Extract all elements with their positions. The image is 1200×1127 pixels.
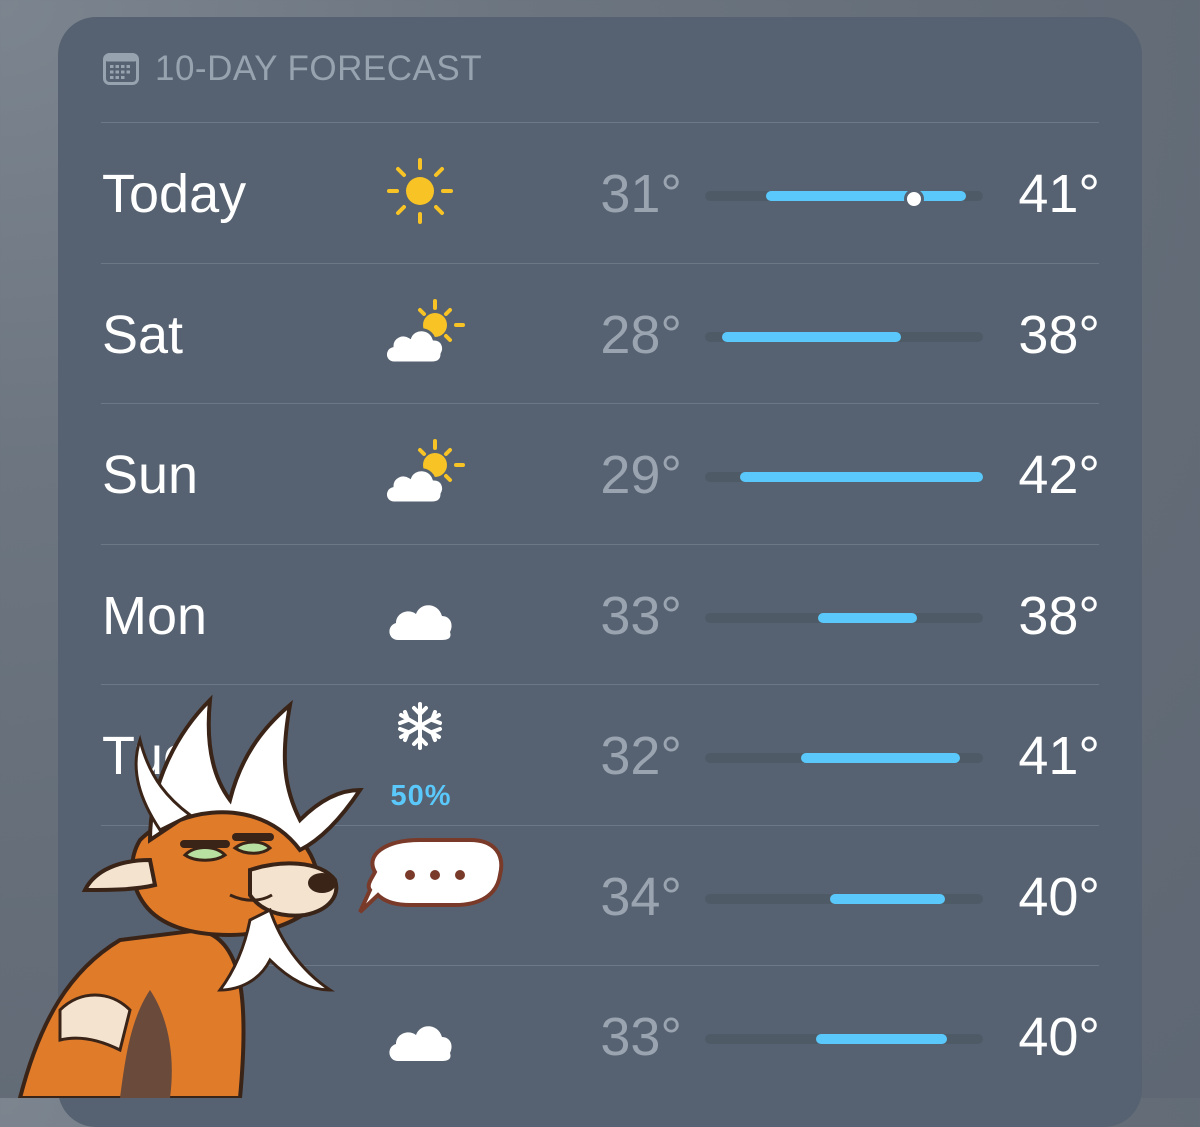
sun-icon — [380, 156, 470, 226]
high-temp: 41° — [1018, 726, 1100, 786]
temp-range-track — [705, 1034, 983, 1044]
cloud-icon — [380, 578, 470, 648]
temp-range-track — [705, 331, 983, 342]
current-temp-dot — [903, 189, 924, 209]
day-label: Sat — [102, 304, 184, 365]
high-temp: 40° — [1018, 1007, 1100, 1067]
cartoon-fox-sticker — [17, 694, 504, 1098]
forecast-header: 10-DAY FORECAST — [103, 48, 482, 90]
forecast-row[interactable]: Sat 28° 38° — [0, 283, 1200, 423]
low-temp: 32° — [600, 726, 682, 786]
low-temp: 29° — [600, 445, 682, 505]
temp-range-track — [705, 189, 983, 209]
high-temp: 38° — [1018, 304, 1100, 365]
temp-range-track — [705, 753, 983, 763]
calendar-icon — [103, 53, 139, 85]
day-label: Today — [102, 164, 247, 224]
low-temp: 31° — [600, 164, 682, 224]
forecast-title: 10-DAY FORECAST — [155, 49, 483, 88]
low-temp: 33° — [600, 1007, 682, 1067]
day-label: Sun — [102, 445, 199, 505]
low-temp: 33° — [600, 585, 682, 646]
forecast-row[interactable]: Today 31° 41° — [0, 142, 1200, 282]
forecast-row[interactable]: Mon 33° 38° — [0, 564, 1200, 704]
temp-range-bar — [739, 472, 983, 482]
temp-range-bar — [816, 1034, 947, 1044]
row-separator — [101, 122, 1099, 123]
temp-range-track — [705, 893, 983, 904]
temp-range-bar — [800, 753, 961, 763]
temp-range-track — [705, 472, 983, 482]
temp-range-bar — [817, 612, 917, 623]
temp-range-bar — [830, 893, 945, 904]
high-temp: 38° — [1018, 585, 1100, 646]
high-temp: 42° — [1018, 445, 1100, 505]
high-temp: 41° — [1018, 164, 1100, 224]
low-temp: 34° — [600, 866, 682, 927]
partly-sunny-icon — [380, 297, 470, 367]
temp-range-bar — [722, 331, 902, 342]
low-temp: 28° — [600, 304, 682, 365]
day-label: Mon — [102, 585, 208, 646]
forecast-row[interactable]: Sun 29° 42° — [0, 423, 1200, 563]
temp-range-track — [705, 612, 983, 623]
temp-range-bar — [765, 191, 966, 201]
partly-sunny-icon — [380, 437, 470, 507]
high-temp: 40° — [1018, 866, 1100, 927]
